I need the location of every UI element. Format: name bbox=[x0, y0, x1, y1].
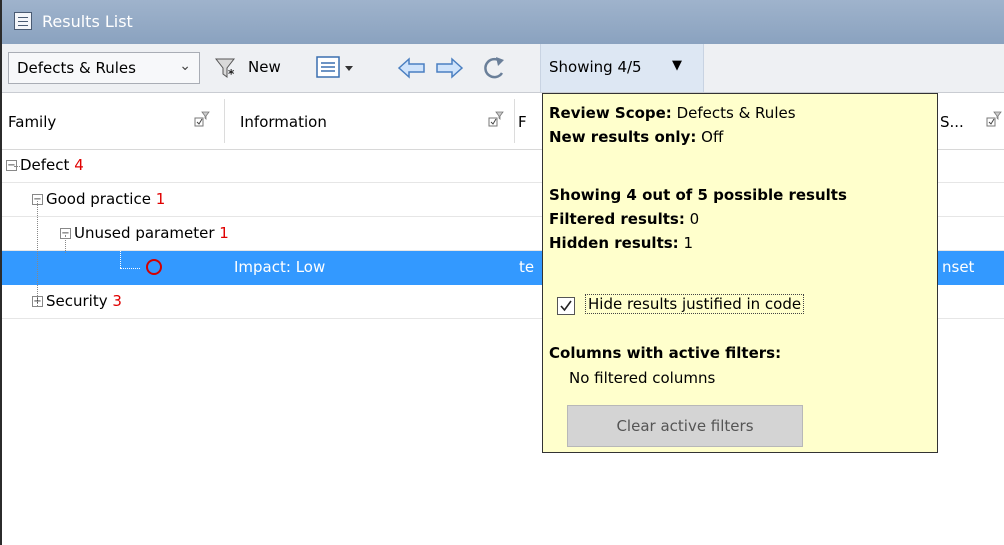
column-label-family: Family bbox=[8, 113, 57, 131]
column-filter-icon[interactable] bbox=[488, 111, 504, 127]
toolbar: Defects & Rules ⌄ * New Showing 4/5 ▼ bbox=[2, 44, 1004, 93]
caret-down-icon: ▼ bbox=[672, 58, 682, 73]
hidden-results-label: Hidden results: bbox=[549, 234, 679, 252]
filter-new-icon: * bbox=[214, 58, 236, 80]
tree-connector bbox=[14, 166, 20, 167]
clear-active-filters-button[interactable]: Clear active filters bbox=[567, 405, 803, 447]
next-result-button[interactable] bbox=[434, 54, 464, 82]
list-icon bbox=[14, 12, 32, 30]
columns-icon bbox=[316, 56, 353, 78]
new-results-only-label: New results only: bbox=[549, 128, 697, 146]
showing-results-button[interactable]: Showing 4/5 ▼ bbox=[540, 44, 704, 92]
column-filter-icon[interactable] bbox=[194, 111, 210, 127]
security-count: 3 bbox=[112, 292, 122, 310]
tree-connector bbox=[65, 235, 66, 253]
title-bar: Results List bbox=[2, 0, 1004, 45]
new-results-only-value: Off bbox=[701, 128, 724, 146]
review-scope-text: Defects & Rules bbox=[676, 104, 796, 122]
good-practice-count: 1 bbox=[155, 190, 166, 208]
review-scope-value: Defects & Rules bbox=[17, 59, 136, 77]
showing-label: Showing 4/5 bbox=[549, 58, 642, 76]
result-s-cell: nset bbox=[942, 258, 975, 276]
svg-text:*: * bbox=[228, 67, 235, 80]
tree-connector bbox=[120, 251, 121, 268]
result-information: Impact: Low bbox=[234, 258, 326, 276]
column-filter-icon[interactable] bbox=[986, 111, 1002, 127]
arrow-right-icon bbox=[436, 57, 464, 79]
hidden-results-value: 1 bbox=[683, 234, 693, 252]
column-label-f: F bbox=[518, 113, 527, 131]
column-chooser-button[interactable] bbox=[316, 54, 360, 82]
filtered-results-value: 0 bbox=[689, 210, 700, 228]
tree-connector bbox=[37, 201, 38, 306]
review-scope-dropdown[interactable]: Defects & Rules ⌄ bbox=[8, 52, 200, 84]
hide-justified-label[interactable]: Hide results justified in code bbox=[585, 294, 805, 314]
review-scope-label: Review Scope: bbox=[549, 104, 672, 122]
no-filtered-columns: No filtered columns bbox=[569, 369, 716, 387]
column-separator[interactable] bbox=[514, 99, 515, 143]
security-label: Security bbox=[46, 292, 108, 310]
chevron-down-icon: ⌄ bbox=[179, 58, 191, 74]
new-results-filter-button[interactable]: * New bbox=[214, 54, 304, 82]
unused-parameter-label: Unused parameter bbox=[74, 224, 215, 242]
active-filters-heading-text: Columns with active filters: bbox=[549, 344, 782, 362]
good-practice-label: Good practice bbox=[46, 190, 151, 208]
tree-label-good-practice: Good practice 1 bbox=[46, 190, 165, 208]
status-circle-icon bbox=[146, 259, 162, 275]
hidden-results-line: Hidden results: 1 bbox=[549, 234, 693, 252]
review-scope-line: Review Scope: Defects & Rules bbox=[549, 104, 796, 122]
unused-parameter-count: 1 bbox=[219, 224, 229, 242]
previous-result-button[interactable] bbox=[397, 54, 427, 82]
result-f-cell: te bbox=[519, 258, 535, 276]
defect-label: Defect bbox=[20, 156, 70, 174]
tree-label-security: Security 3 bbox=[46, 292, 122, 310]
showing-summary-text: Showing 4 out of 5 possible results bbox=[549, 186, 847, 204]
filtered-results-label: Filtered results: bbox=[549, 210, 685, 228]
new-label: New bbox=[248, 58, 281, 76]
window-title: Results List bbox=[42, 12, 133, 31]
tree-connector bbox=[120, 268, 140, 269]
new-results-only-line: New results only: Off bbox=[549, 128, 723, 146]
showing-summary-line: Showing 4 out of 5 possible results bbox=[549, 186, 847, 204]
refresh-icon bbox=[484, 57, 504, 79]
column-header-information[interactable]: Information bbox=[226, 93, 518, 149]
arrow-left-icon bbox=[397, 57, 425, 79]
refresh-button[interactable] bbox=[479, 54, 509, 82]
column-header-s[interactable]: S... bbox=[940, 93, 1004, 149]
checkmark-icon bbox=[560, 300, 572, 312]
column-separator[interactable] bbox=[224, 99, 225, 143]
defect-count: 4 bbox=[74, 156, 84, 174]
column-label-s: S... bbox=[940, 113, 964, 131]
active-filters-heading: Columns with active filters: bbox=[549, 344, 781, 362]
hide-justified-checkbox[interactable] bbox=[557, 297, 575, 315]
showing-summary-popup: Review Scope: Defects & Rules New result… bbox=[542, 93, 938, 453]
column-label-information: Information bbox=[240, 113, 327, 131]
tree-label-unused-parameter: Unused parameter 1 bbox=[74, 224, 229, 242]
column-header-family[interactable]: Family bbox=[2, 93, 222, 149]
filtered-results-line: Filtered results: 0 bbox=[549, 210, 699, 228]
tree-label-defect: Defect 4 bbox=[20, 156, 84, 174]
